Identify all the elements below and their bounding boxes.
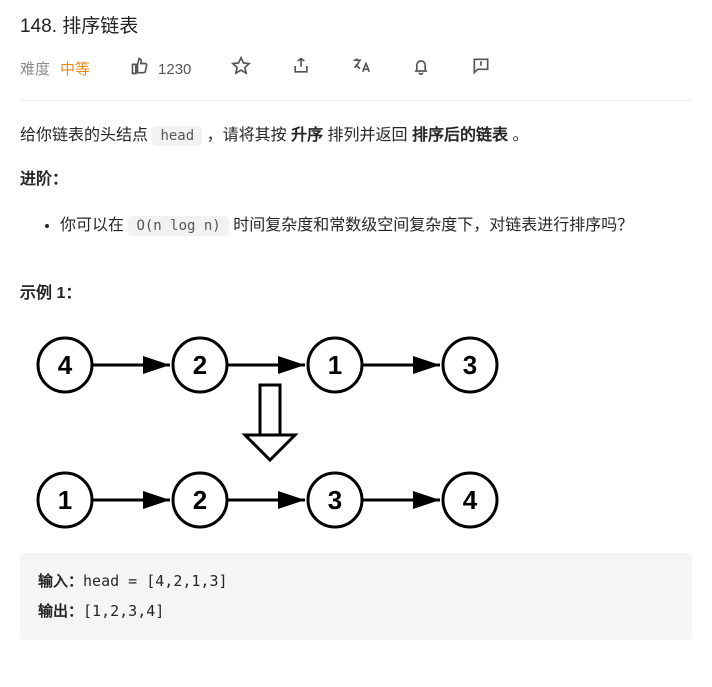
example1-code: 输入：head = [4,2,1,3] 输出：[1,2,3,4] bbox=[20, 553, 692, 640]
svg-text:3: 3 bbox=[463, 350, 477, 380]
feedback-icon bbox=[471, 56, 491, 84]
text: 你可以在 bbox=[60, 217, 128, 234]
difficulty: 难度 中等 bbox=[20, 58, 90, 82]
svg-text:1: 1 bbox=[328, 350, 342, 380]
translate-button[interactable] bbox=[351, 56, 371, 84]
share-button[interactable] bbox=[291, 56, 311, 84]
advanced-item: 你可以在 O(n log n) 时间复杂度和常数级空间复杂度下，对链表进行排序吗… bbox=[60, 211, 692, 241]
likes-count: 1230 bbox=[158, 58, 191, 82]
translate-icon bbox=[351, 56, 371, 84]
svg-text:2: 2 bbox=[193, 350, 207, 380]
advanced-heading: 进阶： bbox=[20, 167, 692, 193]
svg-text:1: 1 bbox=[58, 485, 72, 515]
input-label: 输入： bbox=[38, 573, 83, 590]
difficulty-label: 难度 bbox=[20, 58, 50, 82]
text: 给你链表的头结点 bbox=[20, 127, 152, 144]
text: 排列并返回 bbox=[323, 127, 412, 144]
problem-content: 给你链表的头结点 head ，请将其按 升序 排列并返回 排序后的链表 。 进阶… bbox=[20, 101, 692, 640]
text: 时间复杂度和常数级空间复杂度下，对链表进行排序吗？ bbox=[229, 217, 633, 234]
share-icon bbox=[291, 56, 311, 84]
svg-text:3: 3 bbox=[328, 485, 342, 515]
thumbs-up-icon bbox=[130, 56, 150, 84]
output-label: 输出： bbox=[38, 603, 83, 620]
output-value: [1,2,3,4] bbox=[83, 602, 164, 620]
input-value: head = [4,2,1,3] bbox=[83, 572, 228, 590]
bell-icon bbox=[411, 56, 431, 84]
feedback-button[interactable] bbox=[471, 56, 491, 84]
advanced-list: 你可以在 O(n log n) 时间复杂度和常数级空间复杂度下，对链表进行排序吗… bbox=[20, 211, 692, 241]
svg-text:4: 4 bbox=[58, 350, 73, 380]
linked-list-diagram-svg: 4 2 1 3 1 bbox=[20, 325, 520, 535]
meta-row: 难度 中等 1230 bbox=[20, 56, 692, 101]
svg-text:2: 2 bbox=[193, 485, 207, 515]
notify-button[interactable] bbox=[411, 56, 431, 84]
bold-sorted-list: 排序后的链表 bbox=[412, 127, 508, 144]
example1-heading: 示例 1： bbox=[20, 281, 692, 307]
code-complexity: O(n log n) bbox=[128, 216, 228, 236]
difficulty-value: 中等 bbox=[60, 58, 90, 82]
example1-diagram: 4 2 1 3 1 bbox=[20, 325, 692, 544]
text: ，请将其按 bbox=[202, 127, 291, 144]
description-paragraph: 给你链表的头结点 head ，请将其按 升序 排列并返回 排序后的链表 。 bbox=[20, 123, 692, 149]
problem-title: 148. 排序链表 bbox=[20, 12, 692, 42]
text: 。 bbox=[508, 127, 528, 144]
bold-ascending: 升序 bbox=[291, 127, 323, 144]
likes-button[interactable]: 1230 bbox=[130, 56, 191, 84]
code-head: head bbox=[152, 126, 202, 146]
star-icon bbox=[231, 56, 251, 84]
svg-text:4: 4 bbox=[463, 485, 478, 515]
favorite-button[interactable] bbox=[231, 56, 251, 84]
